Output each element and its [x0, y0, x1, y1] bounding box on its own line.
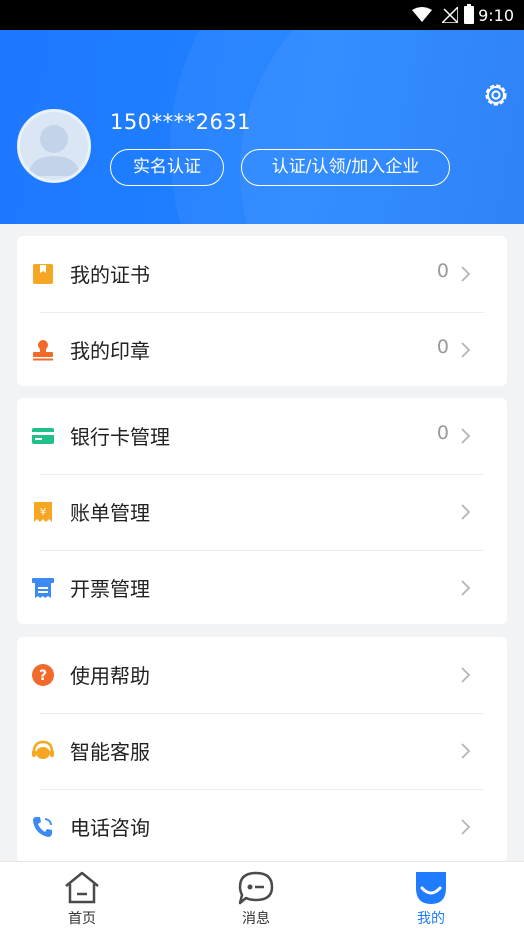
menu-item-label: 开票管理	[70, 577, 150, 601]
menu-item-label: 银行卡管理	[70, 425, 170, 449]
menu-item-label: 电话咨询	[70, 816, 150, 840]
status-time: 9:10	[478, 6, 514, 25]
message-icon	[238, 871, 274, 905]
tab-label: 首页	[68, 911, 96, 927]
status-bar: 9:10	[0, 0, 524, 30]
wifi-icon	[412, 7, 432, 22]
default-user-icon	[28, 125, 80, 176]
tab-messages[interactable]: 消息	[196, 862, 316, 933]
menu-group-support: ? 使用帮助 智能客服 电话咨询	[17, 637, 507, 863]
settings-gear-icon[interactable]	[481, 80, 511, 110]
chevron-right-icon	[461, 266, 471, 282]
no-signal-icon	[442, 7, 458, 23]
menu-item-count: 0	[436, 336, 449, 358]
menu-item-label: 我的证书	[70, 263, 150, 287]
bottom-tab-bar: 首页 消息 我的	[0, 861, 524, 933]
home-icon	[65, 871, 99, 904]
svg-text:¥: ¥	[40, 507, 46, 518]
menu-item-label: 账单管理	[70, 501, 150, 525]
menu-item-bills[interactable]: ¥ 账单管理	[17, 474, 507, 550]
phone-icon	[33, 817, 52, 837]
menu-group-finance: 银行卡管理 0 ¥ 账单管理 开票管理	[17, 398, 507, 624]
chevron-right-icon	[461, 743, 471, 759]
menu-item-my-certificates[interactable]: 我的证书 0	[17, 236, 507, 312]
certificate-icon	[33, 264, 53, 284]
menu-item-label: 使用帮助	[70, 664, 150, 688]
profile-icon	[416, 872, 446, 904]
svg-text:?: ?	[39, 668, 47, 684]
avatar[interactable]	[17, 109, 91, 183]
battery-icon	[464, 4, 474, 24]
chevron-right-icon	[461, 819, 471, 835]
customer-service-icon	[32, 740, 54, 759]
menu-item-phone-consult[interactable]: 电话咨询	[17, 789, 507, 865]
tab-label: 我的	[417, 911, 445, 927]
menu-item-bank-cards[interactable]: 银行卡管理 0	[17, 398, 507, 474]
menu-item-help[interactable]: ? 使用帮助	[17, 637, 507, 713]
menu-item-label: 我的印章	[70, 339, 150, 363]
chevron-right-icon	[461, 342, 471, 358]
menu-item-invoices[interactable]: 开票管理	[17, 550, 507, 626]
chevron-right-icon	[461, 504, 471, 520]
user-phone: 150****2631	[110, 110, 252, 134]
menu-item-count: 0	[436, 260, 449, 282]
seal-icon	[33, 340, 53, 361]
help-icon: ?	[32, 664, 54, 686]
menu-item-customer-service[interactable]: 智能客服	[17, 713, 507, 789]
bill-icon: ¥	[34, 502, 52, 522]
realname-auth-button[interactable]: 实名认证	[110, 149, 224, 186]
tab-home[interactable]: 首页	[22, 862, 142, 933]
menu-item-count: 0	[436, 422, 449, 444]
tab-label: 消息	[242, 911, 270, 927]
menu-item-label: 智能客服	[70, 740, 150, 764]
menu-item-my-seals[interactable]: 我的印章 0	[17, 312, 507, 388]
chevron-right-icon	[461, 667, 471, 683]
invoice-icon	[32, 578, 54, 598]
chevron-right-icon	[461, 580, 471, 596]
chevron-right-icon	[461, 428, 471, 444]
menu-group-certificates: 我的证书 0 我的印章 0	[17, 236, 507, 386]
tab-mine[interactable]: 我的	[371, 862, 491, 933]
enterprise-auth-button[interactable]: 认证/认领/加入企业	[241, 149, 450, 186]
bank-card-icon	[32, 428, 54, 444]
